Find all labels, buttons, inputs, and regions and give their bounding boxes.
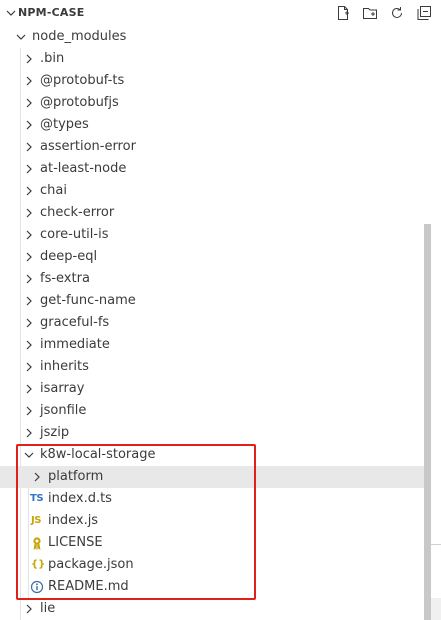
- new-folder-icon[interactable]: [361, 4, 379, 22]
- chevron-down-icon[interactable]: [4, 6, 18, 20]
- chevron-right-icon: [26, 142, 32, 152]
- annotation-highlight-box: [16, 444, 256, 600]
- tree-item-label: fs-extra: [40, 271, 90, 286]
- tree-item-label: chai: [40, 183, 67, 198]
- tree-item-label: get-func-name: [40, 293, 136, 308]
- tree-folder[interactable]: @protobufjs: [0, 92, 430, 114]
- tree-item-label: check-error: [40, 205, 115, 220]
- chevron-right-icon: [26, 274, 32, 284]
- tree-folder[interactable]: @types: [0, 114, 430, 136]
- tree-folder[interactable]: isarray: [0, 378, 430, 400]
- tree-item-label: deep-eql: [40, 249, 98, 264]
- tree-folder[interactable]: inherits: [0, 356, 430, 378]
- chevron-right-icon: [26, 604, 32, 614]
- chevron-right-icon: [26, 98, 32, 108]
- tree-folder[interactable]: immediate: [0, 334, 430, 356]
- tree-item-label: inherits: [40, 359, 89, 374]
- tree-folder[interactable]: graceful-fs: [0, 312, 430, 334]
- chevron-right-icon: [26, 208, 32, 218]
- chevron-right-icon: [26, 340, 32, 350]
- tree-folder[interactable]: check-error: [0, 202, 430, 224]
- tree-item-label: .bin: [40, 51, 65, 66]
- chevron-right-icon: [26, 230, 32, 240]
- chevron-right-icon: [26, 428, 32, 438]
- chevron-right-icon: [26, 362, 32, 372]
- tree-item-label: immediate: [40, 337, 110, 352]
- refresh-icon[interactable]: [388, 4, 406, 22]
- tree-folder[interactable]: chai: [0, 180, 430, 202]
- tree-item-label: graceful-fs: [40, 315, 110, 330]
- tree-folder[interactable]: assertion-error: [0, 136, 430, 158]
- tree-item-label: node_modules: [32, 29, 127, 44]
- tree-folder[interactable]: jszip: [0, 422, 430, 444]
- tree-item-label: @protobufjs: [40, 95, 119, 110]
- tree-folder[interactable]: deep-eql: [0, 246, 430, 268]
- chevron-right-icon: [26, 406, 32, 416]
- chevron-right-icon: [26, 384, 32, 394]
- collapse-all-icon[interactable]: [415, 4, 433, 22]
- tree-item-label: assertion-error: [40, 139, 136, 154]
- tree-folder[interactable]: core-util-is: [0, 224, 430, 246]
- chevron-right-icon: [26, 296, 32, 306]
- tree-item-label: isarray: [40, 381, 85, 396]
- vertical-scrollbar[interactable]: [424, 224, 431, 620]
- tree-folder[interactable]: @protobuf-ts: [0, 70, 430, 92]
- tree-folder[interactable]: at-least-node: [0, 158, 430, 180]
- tree-folder[interactable]: .bin: [0, 48, 430, 70]
- explorer-header: NPM-CASE: [0, 0, 441, 26]
- explorer-title: NPM-CASE: [18, 6, 85, 19]
- tree-folder[interactable]: get-func-name: [0, 290, 430, 312]
- chevron-right-icon: [26, 76, 32, 86]
- tree-item-label: @protobuf-ts: [40, 73, 125, 88]
- chevron-down-icon: [16, 34, 26, 40]
- chevron-right-icon: [26, 164, 32, 174]
- tree-item-label: jsonfile: [40, 403, 87, 418]
- tree-item-label: jszip: [40, 425, 70, 440]
- chevron-right-icon: [26, 54, 32, 64]
- divider: [431, 544, 441, 545]
- chevron-right-icon: [26, 186, 32, 196]
- edge-panel: [431, 598, 441, 620]
- tree-folder-node-modules[interactable]: node_modules: [0, 26, 430, 48]
- tree-item-label: core-util-is: [40, 227, 109, 242]
- chevron-right-icon: [26, 120, 32, 130]
- tree-folder-lie[interactable]: lie: [0, 598, 430, 620]
- tree-folder[interactable]: jsonfile: [0, 400, 430, 422]
- tree-item-label: lie: [40, 601, 56, 616]
- chevron-right-icon: [26, 318, 32, 328]
- chevron-right-icon: [26, 252, 32, 262]
- explorer-actions: [334, 4, 433, 22]
- new-file-icon[interactable]: [334, 4, 352, 22]
- tree-folder[interactable]: fs-extra: [0, 268, 430, 290]
- tree-item-label: @types: [40, 117, 89, 132]
- tree-item-label: at-least-node: [40, 161, 127, 176]
